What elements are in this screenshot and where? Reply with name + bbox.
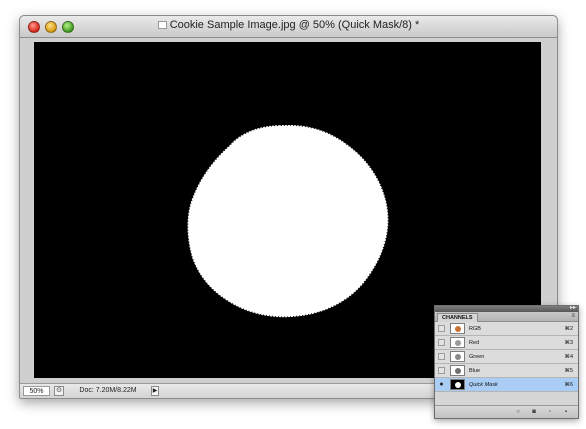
delete-channel-icon[interactable]: ▪	[563, 409, 569, 415]
channel-thumbnail	[450, 365, 465, 376]
status-menu-arrow-icon[interactable]: ▶	[151, 386, 159, 396]
panel-footer: ○ ◙ ▫ ▪	[435, 405, 578, 418]
cookie-thumb-icon	[455, 368, 461, 374]
channel-name: Red	[469, 340, 480, 346]
load-selection-icon[interactable]: ○	[515, 409, 521, 415]
panel-menu-icon[interactable]: ≡	[571, 312, 575, 321]
channel-shortcut: ⌘6	[564, 382, 573, 388]
visibility-toggle[interactable]	[438, 339, 445, 346]
channel-row-blue[interactable]: Blue ⌘5	[435, 364, 578, 378]
document-size-text: Doc: 7.20M/8.22M	[79, 387, 137, 394]
cookie-thumb-icon	[455, 340, 461, 346]
new-channel-icon[interactable]: ▫	[547, 409, 553, 415]
channel-shortcut: ⌘4	[564, 354, 573, 360]
channel-shortcut: ⌘5	[564, 368, 573, 374]
mask-thumb-icon	[455, 382, 461, 388]
cookie-thumb-icon	[455, 326, 461, 332]
panel-tab-bar: CHANNELS ≡	[435, 312, 578, 323]
channel-thumbnail	[450, 323, 465, 334]
collapse-panel-icon[interactable]: ▸▸	[570, 305, 576, 312]
eye-icon[interactable]: ●	[438, 381, 445, 388]
channel-thumbnail	[450, 351, 465, 362]
channel-name: RGB	[469, 326, 481, 332]
window-titlebar[interactable]: Cookie Sample Image.jpg @ 50% (Quick Mas…	[20, 16, 557, 38]
channel-row-red[interactable]: Red ⌘3	[435, 336, 578, 350]
channel-name: Blue	[469, 368, 481, 374]
visibility-toggle[interactable]	[438, 353, 445, 360]
channels-panel: ▸▸ CHANNELS ≡ RGB ⌘2 Red ⌘3 Green ⌘4 Blu…	[434, 305, 579, 419]
channel-row-rgb[interactable]: RGB ⌘2	[435, 322, 578, 336]
zoom-level-field[interactable]: 50%	[23, 386, 50, 396]
channel-shortcut: ⌘2	[564, 326, 573, 332]
window-title-wrap: Cookie Sample Image.jpg @ 50% (Quick Mas…	[20, 19, 557, 31]
status-info-icon[interactable]: ⊙	[54, 386, 64, 396]
channel-row-quick-mask[interactable]: ● Quick Mask ⌘6	[435, 378, 578, 392]
channel-thumbnail	[450, 379, 465, 390]
visibility-toggle[interactable]	[438, 325, 445, 332]
cookie-thumb-icon	[455, 354, 461, 360]
channel-thumbnail	[450, 337, 465, 348]
channel-shortcut: ⌘3	[564, 340, 573, 346]
visibility-toggle[interactable]	[438, 367, 445, 374]
document-icon	[157, 21, 167, 29]
window-title: Cookie Sample Image.jpg @ 50% (Quick Mas…	[169, 19, 420, 31]
channel-name: Green	[469, 354, 485, 360]
channel-row-green[interactable]: Green ⌘4	[435, 350, 578, 364]
channel-name: Quick Mask	[469, 382, 498, 388]
save-selection-icon[interactable]: ◙	[531, 409, 537, 415]
